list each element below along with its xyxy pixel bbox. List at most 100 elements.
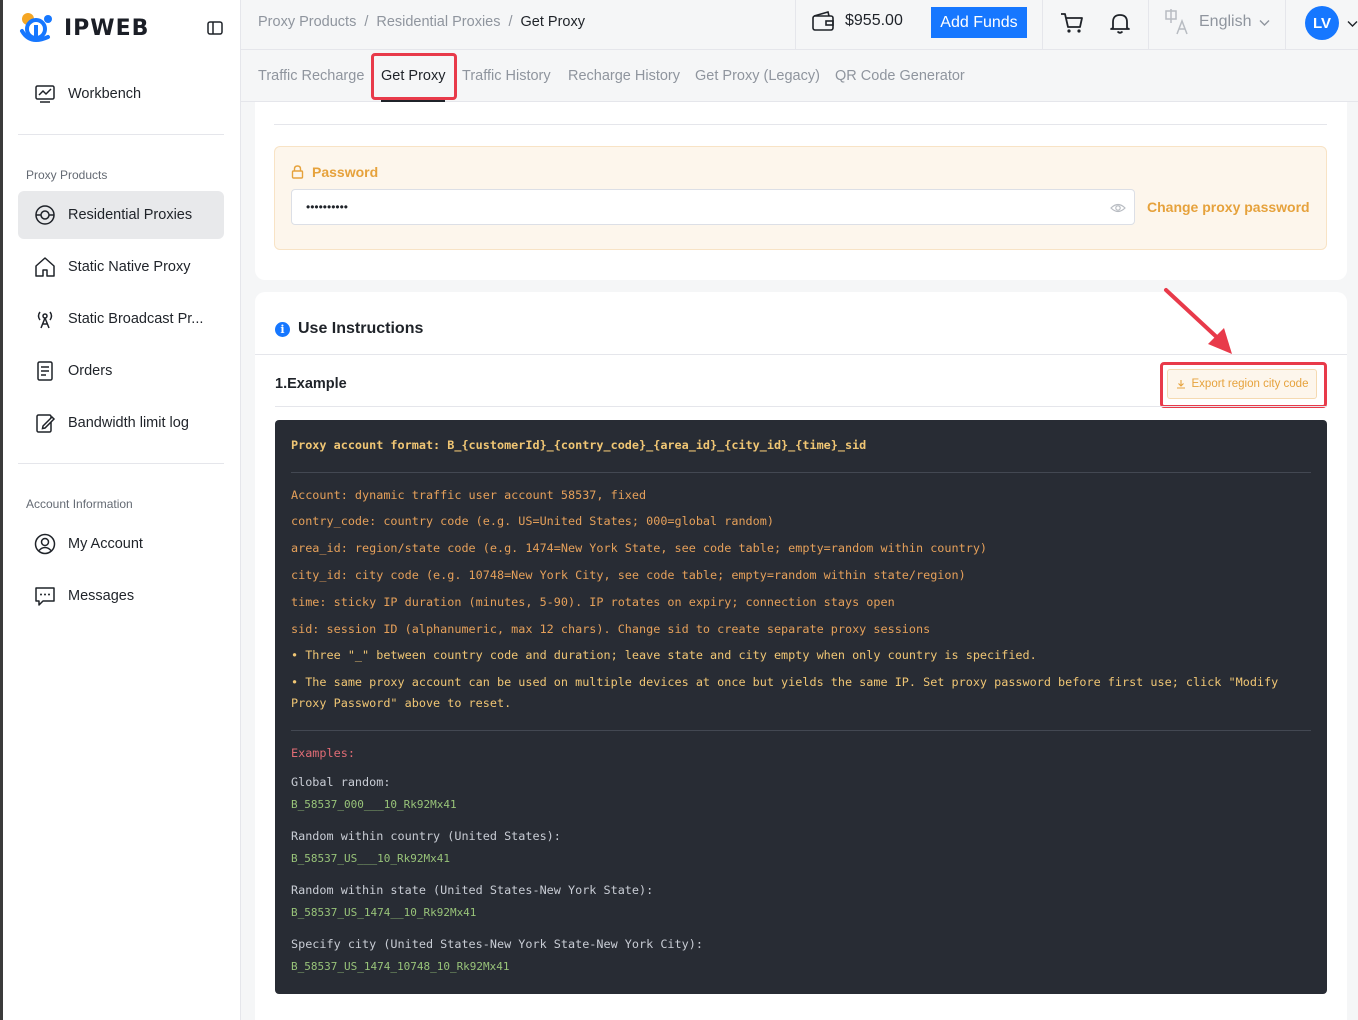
wallet-balance: $955.00 — [811, 10, 903, 32]
breadcrumb-separator: / — [508, 14, 513, 30]
sidebar: IPWEB Workbench Proxy Products Residenti… — [0, 0, 241, 1020]
note-line: • Three "_" between country code and dur… — [291, 648, 1037, 662]
example-label: Global random: — [291, 775, 391, 789]
instructions-title-text: Use Instructions — [298, 320, 424, 337]
sidebar-item-orders[interactable]: Orders — [18, 347, 224, 395]
instructions-card: i Use Instructions 1.Example Export regi… — [255, 292, 1347, 1020]
info-icon: i — [275, 321, 290, 337]
detail-line: city_id: city code (e.g. 10748=New York … — [291, 568, 966, 582]
edit-log-icon — [36, 414, 56, 433]
language-label: English — [1199, 13, 1252, 30]
change-password-link[interactable]: Change proxy password — [1147, 199, 1310, 215]
highlight-box — [1160, 362, 1327, 408]
tab-get-proxy-legacy[interactable]: Get Proxy (Legacy) — [695, 68, 820, 84]
example-value: B_58537_US___10_Rk92Mx41 — [291, 852, 450, 865]
sidebar-item-label: Messages — [68, 588, 135, 604]
eye-icon[interactable] — [1110, 200, 1126, 216]
add-funds-button[interactable]: Add Funds — [931, 7, 1027, 38]
home-icon — [35, 257, 55, 277]
main-content: Password •••••••••• Change proxy passwor… — [241, 102, 1358, 1020]
sidebar-item-messages[interactable]: Messages — [18, 572, 224, 620]
detail-line: Account: dynamic traffic user account 58… — [291, 488, 647, 502]
message-icon — [35, 587, 55, 606]
wallet-icon — [812, 11, 834, 31]
brand-name: IPWEB — [64, 15, 150, 41]
code-divider — [291, 730, 1311, 731]
breadcrumb: Proxy Products / Residential Proxies / G… — [258, 14, 585, 30]
header-divider — [1285, 0, 1286, 49]
example-title: 1.Example — [275, 376, 347, 392]
code-block: Proxy account format: B_{customerId}_{co… — [275, 420, 1327, 994]
sidebar-item-label: My Account — [68, 536, 143, 552]
example-label: Random within state (United States-New Y… — [291, 883, 654, 897]
sidebar-item-my-account[interactable]: My Account — [18, 520, 224, 568]
sidebar-item-label: Residential Proxies — [68, 207, 193, 223]
password-panel: Password •••••••••• Change proxy passwor… — [274, 146, 1327, 250]
chevron-down-icon[interactable] — [1347, 18, 1358, 29]
breadcrumb-proxy-products[interactable]: Proxy Products — [258, 14, 356, 30]
sidebar-section-account: Account Information — [26, 497, 133, 511]
example-value: B_58537_US_1474_10748_10_Rk92Mx41 — [291, 960, 510, 973]
sidebar-item-static-broadcast-proxy[interactable]: Static Broadcast Pr... — [18, 295, 224, 343]
tab-traffic-recharge[interactable]: Traffic Recharge — [258, 68, 364, 84]
ipweb-logo-icon — [20, 13, 52, 42]
cart-icon[interactable] — [1060, 11, 1084, 35]
logo[interactable]: IPWEB — [18, 10, 149, 46]
breadcrumb-current: Get Proxy — [520, 14, 585, 30]
sidebar-collapse-icon[interactable] — [206, 19, 224, 37]
residential-icon — [35, 205, 55, 225]
breadcrumb-residential-proxies[interactable]: Residential Proxies — [376, 14, 500, 30]
language-selector[interactable]: English — [1163, 8, 1270, 36]
header-divider — [1148, 0, 1149, 49]
password-label-text: Password — [312, 164, 379, 180]
breadcrumb-separator: / — [364, 14, 369, 30]
example-label: Specify city (United States-New York Sta… — [291, 937, 703, 951]
tab-qr-code-generator[interactable]: QR Code Generator — [835, 68, 965, 84]
user-icon — [34, 533, 56, 555]
sidebar-item-label: Static Broadcast Pr... — [68, 311, 204, 327]
translate-icon — [1165, 9, 1188, 35]
highlight-box — [371, 53, 457, 100]
balance-amount: $955.00 — [845, 12, 903, 29]
instructions-title: i Use Instructions — [275, 320, 423, 338]
example-value: B_58537_US_1474__10_Rk92Mx41 — [291, 906, 477, 919]
header-divider — [795, 0, 796, 49]
lock-icon — [291, 165, 304, 179]
password-value: •••••••••• — [306, 200, 349, 214]
bell-icon[interactable] — [1108, 11, 1132, 35]
examples-label: Examples: — [291, 746, 355, 760]
example-label: Random within country (United States): — [291, 829, 561, 843]
code-divider — [291, 472, 1311, 473]
avatar[interactable]: LV — [1305, 6, 1339, 40]
monitor-icon — [35, 85, 55, 103]
format-line: Proxy account format: B_{customerId}_{co… — [291, 438, 867, 452]
sidebar-item-static-native-proxy[interactable]: Static Native Proxy — [18, 243, 224, 291]
broadcast-icon — [37, 311, 53, 329]
divider — [274, 124, 1327, 125]
window-edge — [0, 0, 3, 1020]
sidebar-item-workbench[interactable]: Workbench — [18, 70, 224, 118]
annotation-arrow-icon — [1164, 288, 1232, 354]
sidebar-divider — [18, 134, 224, 135]
detail-line: contry_code: country code (e.g. US=Unite… — [291, 514, 774, 528]
sidebar-divider — [18, 463, 224, 464]
password-field[interactable]: •••••••••• — [291, 189, 1135, 225]
note-line: • The same proxy account can be used on … — [291, 675, 1279, 689]
chevron-down-icon — [1259, 19, 1270, 26]
tab-bar: Traffic Recharge Get Proxy Traffic Histo… — [241, 50, 1358, 102]
note-line: Proxy Password" above to reset. — [291, 696, 512, 710]
tab-traffic-history[interactable]: Traffic History — [462, 68, 551, 84]
sidebar-item-residential-proxies[interactable]: Residential Proxies — [18, 191, 224, 239]
password-label: Password — [291, 164, 378, 180]
detail-line: time: sticky IP duration (minutes, 5-90)… — [291, 595, 895, 609]
sidebar-item-label: Static Native Proxy — [68, 259, 191, 275]
sidebar-item-bandwidth-limit-log[interactable]: Bandwidth limit log — [18, 399, 224, 447]
tab-recharge-history[interactable]: Recharge History — [568, 68, 680, 84]
sidebar-item-label: Workbench — [68, 86, 142, 102]
sidebar-item-label: Bandwidth limit log — [68, 415, 189, 431]
top-header: Proxy Products / Residential Proxies / G… — [241, 0, 1358, 50]
sidebar-item-label: Orders — [68, 363, 113, 379]
divider — [275, 406, 1327, 407]
sidebar-section-proxy: Proxy Products — [26, 168, 108, 182]
password-card: Password •••••••••• Change proxy passwor… — [255, 102, 1347, 280]
